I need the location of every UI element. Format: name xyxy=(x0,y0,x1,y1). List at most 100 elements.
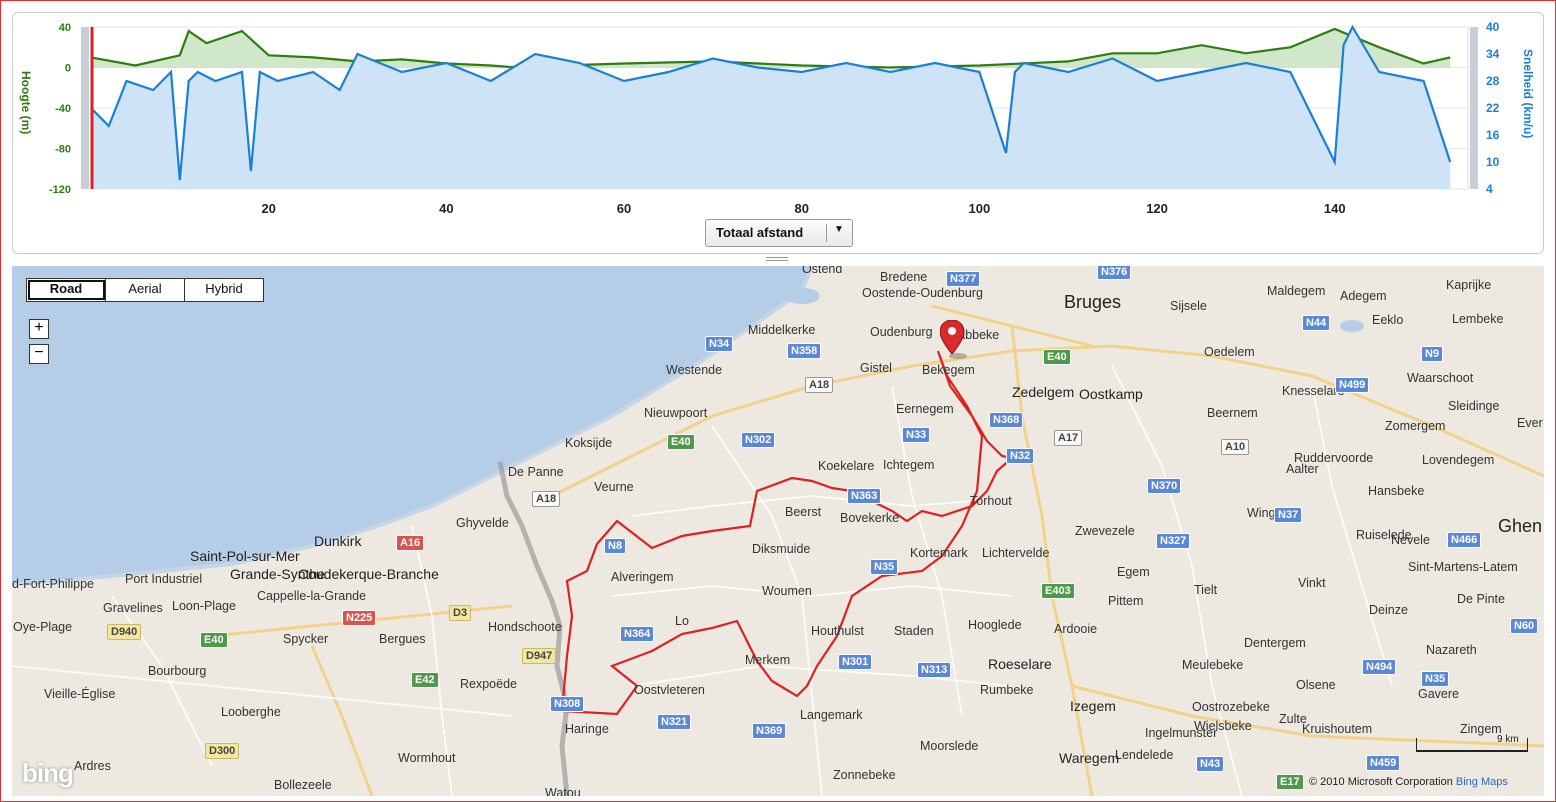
map-view[interactable]: Ostend Bredene Oostende-Oudenburg Bruges Sij… xyxy=(12,266,1544,796)
road-shield: E17 xyxy=(1276,774,1304,790)
profile-chart[interactable]: 40 0 -40 -80 -120 40 34 28 22 16 10 4 20 40 60 80 100 120… xyxy=(13,13,1543,213)
map-copyright: © 2010 Microsoft Corporation Bing Maps xyxy=(1309,776,1508,788)
tab-aerial[interactable]: Aerial xyxy=(106,279,185,301)
map-place-label: Port Industriel xyxy=(125,572,203,586)
distance-tick-label: 140 xyxy=(1324,201,1346,213)
altitude-axis-title: Hoogte (m) xyxy=(19,71,33,135)
map-place-label: Rexpoëde xyxy=(460,677,517,691)
map-place-label: Oudenburg xyxy=(870,325,933,339)
map-place-label: Sleidinge xyxy=(1448,399,1500,413)
map-place-label: Oedelem xyxy=(1204,345,1255,359)
road-shield: A10 xyxy=(1221,439,1250,455)
map-place-label: Koekelare xyxy=(818,459,875,473)
map-place-label: Zwevezele xyxy=(1075,524,1135,538)
select-separator xyxy=(826,224,827,242)
map-place-label: Bredene xyxy=(880,270,928,284)
road-shield: N32 xyxy=(1006,448,1035,464)
map-place-label: Beernem xyxy=(1207,406,1258,420)
map-place-label: Spycker xyxy=(283,632,329,646)
map-place-label: Watou xyxy=(545,786,581,796)
tab-road[interactable]: Road xyxy=(27,279,106,301)
map-place-label: Egem xyxy=(1117,565,1150,579)
bing-maps-link[interactable]: Bing Maps xyxy=(1456,776,1508,788)
road-shield: N34 xyxy=(705,336,734,352)
altitude-tick-label: -80 xyxy=(55,144,71,156)
altitude-tick-label: 40 xyxy=(59,22,71,34)
road-shield: N369 xyxy=(752,723,787,739)
map-place-label: Oostkamp xyxy=(1079,386,1143,402)
road-shield: N364 xyxy=(620,626,655,642)
map-place-label: Gistel xyxy=(860,361,892,375)
map-place-label: Oostende-Oudenburg xyxy=(862,286,983,300)
road-shield: N321 xyxy=(657,714,692,730)
road-shield: N37 xyxy=(1274,507,1303,523)
map-place-label: Staden xyxy=(894,624,934,638)
map-place-label: Houthulst xyxy=(811,624,864,638)
chevron-down-icon[interactable]: ▼ xyxy=(834,224,844,235)
zoom-out-button[interactable]: − xyxy=(29,344,49,364)
road-shield: A17 xyxy=(1054,430,1083,446)
lake xyxy=(784,288,820,304)
distance-tick-label: 40 xyxy=(439,201,453,213)
tab-hybrid[interactable]: Hybrid xyxy=(185,279,263,301)
map-place-label: Dentergem xyxy=(1244,636,1306,650)
speed-tick-label: 40 xyxy=(1486,20,1500,34)
distance-mode-select[interactable]: Totaal afstand ▼ xyxy=(705,219,853,247)
road-shield: D3 xyxy=(449,605,472,621)
road-shield: N35 xyxy=(1421,671,1450,687)
map-place-label: Roeselare xyxy=(988,656,1052,672)
map-place-label: Olsene xyxy=(1296,678,1336,692)
map-place-label: Bruges xyxy=(1064,292,1122,312)
map-place-label: Nevele xyxy=(1391,533,1430,547)
map-place-label: Ardooie xyxy=(1054,622,1098,636)
map-place-label: Zonnebeke xyxy=(833,768,896,782)
road-shield: N33 xyxy=(902,427,931,443)
speed-tick-label: 16 xyxy=(1486,128,1500,142)
road-shield: N494 xyxy=(1362,659,1397,675)
map-place-label: Hondschoote xyxy=(488,620,562,634)
map-place-label: Sijsele xyxy=(1170,299,1207,313)
map-place-label: Pittem xyxy=(1108,594,1144,608)
road-shield: D300 xyxy=(205,743,240,759)
map-place-label: Dunkirk xyxy=(314,533,362,549)
map-place-label: Lichtervelde xyxy=(982,546,1050,560)
altitude-tick-label: -40 xyxy=(55,103,71,115)
map-place-label: Wormhout xyxy=(398,751,456,765)
map-place-label: Eernegem xyxy=(896,402,954,416)
map-place-label: Alveringem xyxy=(611,570,674,584)
road-shield: E40 xyxy=(1043,349,1071,365)
speed-tick-label: 28 xyxy=(1486,74,1500,88)
road-shield: N370 xyxy=(1147,478,1182,494)
altitude-axis-label: Hoogte (m) xyxy=(17,71,37,171)
map-place-label: Coudekerque-Branche xyxy=(298,566,439,582)
panel-resize-handle[interactable] xyxy=(766,257,788,263)
map-place-label: Aalter xyxy=(1286,462,1319,476)
map-place-label: Vinkt xyxy=(1298,576,1326,590)
map-place-label: Nieuwpoort xyxy=(644,406,708,420)
map-place-label: Zingem xyxy=(1460,722,1502,736)
map-place-label: Ardres xyxy=(74,759,111,773)
distance-tick-label: 120 xyxy=(1146,201,1168,213)
distance-tick-label: 60 xyxy=(617,201,631,213)
road-shield: N8 xyxy=(604,538,627,554)
road-shield: E403 xyxy=(1041,583,1075,599)
map-place-label: Zedelgem xyxy=(1012,384,1075,400)
map-place-label: Oye-Plage xyxy=(13,620,73,634)
map-place-label: Kortemark xyxy=(910,546,968,560)
road-shield: D940 xyxy=(107,624,142,640)
speed-tick-label: 22 xyxy=(1486,101,1500,115)
road-shield: N308 xyxy=(550,696,585,712)
speed-tick-label: 4 xyxy=(1486,182,1493,196)
speed-axis-title: Snelheid (km/u) xyxy=(1521,49,1535,139)
map-place-label: Gravelines xyxy=(103,601,163,615)
speed-tick-label: 10 xyxy=(1486,155,1500,169)
road-shield: N327 xyxy=(1156,533,1191,549)
distance-mode-value: Totaal afstand xyxy=(716,225,804,240)
map-place-label: Zomergem xyxy=(1385,419,1446,433)
road-shield: N358 xyxy=(787,343,822,359)
map-place-label: Torhout xyxy=(970,494,1012,508)
right-scroll-strip xyxy=(1470,27,1478,189)
zoom-in-button[interactable]: + xyxy=(29,319,49,339)
road-shield: N9 xyxy=(1421,346,1444,362)
map-place-label: Lendelede xyxy=(1115,748,1174,762)
